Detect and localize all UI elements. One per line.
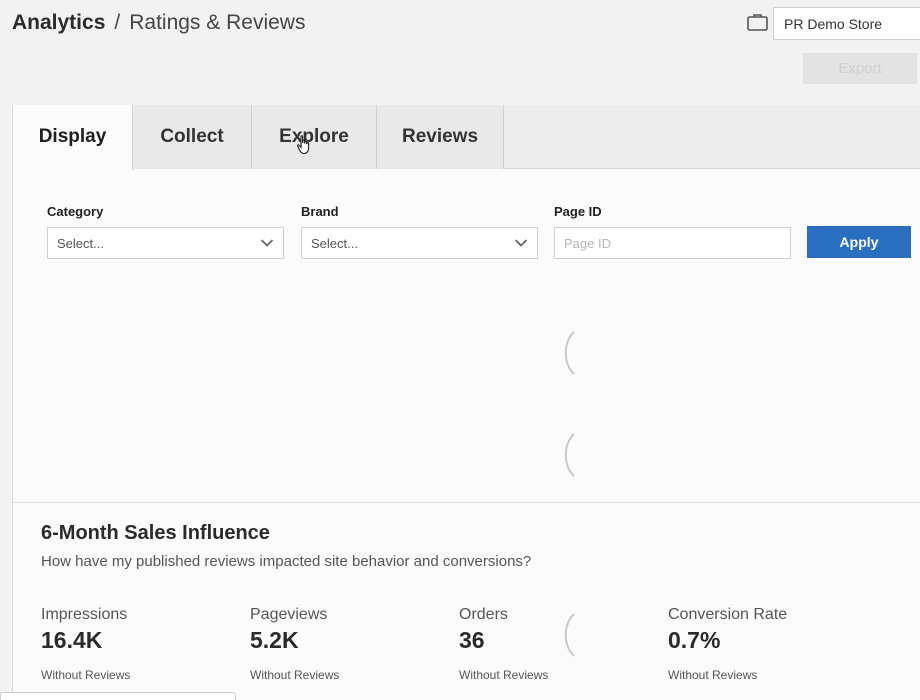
- metric-orders: Orders 36 Without Reviews: [459, 606, 659, 682]
- chevron-down-icon: [514, 239, 528, 247]
- brand-label: Brand: [301, 204, 339, 219]
- tab-bar: Display Collect Explore Reviews: [13, 105, 920, 170]
- metric-conversion-rate: Conversion Rate 0.7% Without Reviews: [668, 606, 868, 682]
- metric-footnote: Without Reviews: [459, 668, 549, 682]
- section-divider: [13, 502, 920, 503]
- metric-footnote: Without Reviews: [41, 668, 131, 682]
- metric-label: Impressions: [41, 606, 128, 623]
- hand-cursor-icon: [296, 135, 310, 155]
- tab-display[interactable]: Display: [13, 105, 133, 170]
- metric-pageviews: Pageviews 5.2K Without Reviews: [250, 606, 450, 682]
- breadcrumb-root[interactable]: Analytics: [12, 11, 105, 35]
- metric-footnote: Without Reviews: [250, 668, 340, 682]
- metric-value: 5.2K: [250, 627, 299, 653]
- export-button[interactable]: Export: [803, 53, 917, 84]
- breadcrumb: Analytics / Ratings & Reviews: [12, 11, 305, 35]
- status-tab[interactable]: [0, 692, 236, 700]
- metric-value: 0.7%: [668, 627, 721, 653]
- app-header: Analytics / Ratings & Reviews PR Demo St…: [0, 0, 920, 105]
- page-title: Ratings & Reviews: [129, 11, 306, 34]
- category-select-value: Select...: [57, 236, 104, 251]
- metric-label: Orders: [459, 606, 508, 623]
- metric-value: 16.4K: [41, 627, 103, 653]
- section-title: 6-Month Sales Influence: [41, 522, 270, 544]
- metric-impressions: Impressions 16.4K Without Reviews: [41, 606, 241, 682]
- category-label: Category: [47, 204, 104, 219]
- metric-value: 36: [459, 627, 485, 653]
- tab-explore[interactable]: Explore: [252, 105, 377, 169]
- section-subtitle: How have my published reviews impacted s…: [41, 553, 532, 570]
- page-id-input[interactable]: [554, 227, 791, 259]
- brand-select[interactable]: Select...: [301, 227, 538, 259]
- apply-button[interactable]: Apply: [807, 226, 911, 258]
- spinner-icon: [564, 433, 575, 477]
- spinner-icon: [564, 331, 575, 375]
- chevron-down-icon: [260, 239, 274, 247]
- breadcrumb-separator: /: [114, 11, 121, 34]
- metric-label: Pageviews: [250, 606, 328, 623]
- brand-select-value: Select...: [311, 236, 358, 251]
- tab-reviews[interactable]: Reviews: [377, 105, 504, 169]
- metric-footnote: Without Reviews: [668, 668, 758, 682]
- category-select[interactable]: Select...: [47, 227, 284, 259]
- metric-label: Conversion Rate: [668, 606, 788, 623]
- briefcase-icon: [747, 14, 768, 31]
- tab-collect[interactable]: Collect: [133, 105, 252, 169]
- store-selector[interactable]: PR Demo Store: [773, 7, 920, 40]
- page-id-label: Page ID: [554, 204, 602, 219]
